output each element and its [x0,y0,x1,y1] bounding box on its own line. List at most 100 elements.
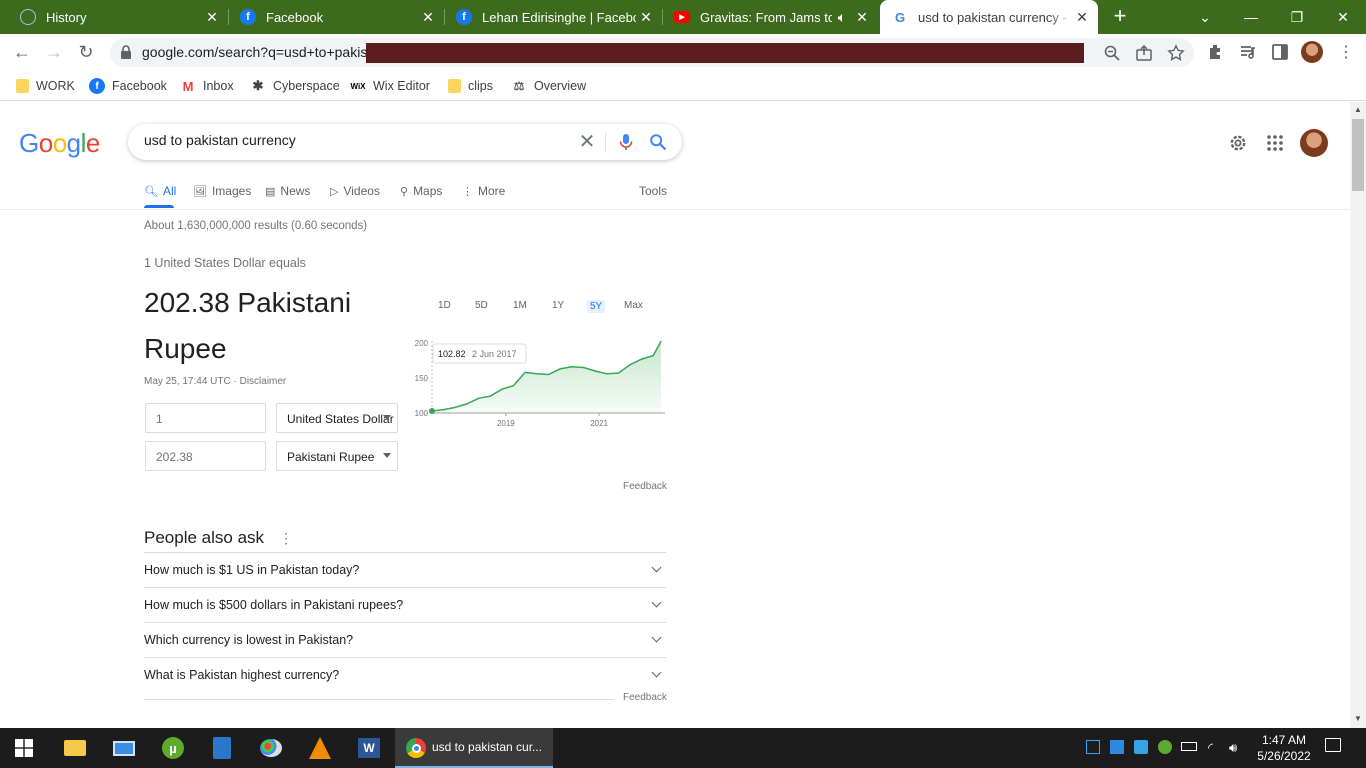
apps-grid-icon[interactable] [1265,133,1285,153]
to-currency-select[interactable]: Pakistani Rupee [276,441,398,471]
this-pc-icon[interactable] [101,728,147,768]
extensions-icon[interactable] [1206,42,1226,62]
data-point-2020-09 [582,366,585,369]
paa-question-3[interactable]: Which currency is lowest in Pakistan? [144,622,666,657]
x-tick-label-2019: 2019 [497,419,515,428]
bookmark-cyberspace[interactable]: ✱ Cyberspace [250,76,340,96]
search-box[interactable] [128,124,682,160]
bookmark-label: Cyberspace [273,79,340,93]
tray-app-icon[interactable] [1134,740,1148,754]
search-icon[interactable] [649,133,667,151]
volume-icon[interactable]: 🔊︎ [1229,740,1237,756]
tab-news[interactable]: ▤ News [265,184,310,198]
from-currency-select[interactable]: United States Dollar [276,403,398,433]
range-max[interactable]: Max [624,300,643,311]
tools-label: Tools [639,184,668,198]
bookmark-wix-editor[interactable]: WiX Wix Editor [350,76,429,96]
word-icon[interactable]: W [346,728,392,768]
tab-all[interactable]: 🔍︎ All [144,184,176,198]
bookmark-inbox[interactable]: M Inbox [180,76,234,96]
browser-tab-google-search[interactable]: G usd to pakistan currency - G ✕ [880,0,1098,34]
y-tick-label-100: 100 [415,409,429,418]
tools-button[interactable]: Tools [639,184,667,198]
utorrent-icon[interactable]: µ [150,728,196,768]
people-also-ask-title: People also ask [144,528,265,547]
range-1m[interactable]: 1M [513,300,527,311]
bookmark-star-icon[interactable] [1167,44,1185,62]
tab-search-icon[interactable]: ⌄ [1182,0,1228,34]
battery-icon[interactable] [1181,740,1197,751]
side-panel-icon[interactable] [1270,42,1290,62]
browser-tab-lehan-facebook[interactable]: f Lehan Edirisinghe | Facebook ✕ [444,0,662,34]
browser-tab-facebook[interactable]: f Facebook ✕ [228,0,444,34]
exchange-rate-chart[interactable]: 100 150 200 2019 2021 102.82 2 Jun 2017 [405,335,667,435]
start-button[interactable] [0,728,48,768]
y-tick-label-150: 150 [415,374,429,383]
data-point-2020-12 [594,370,596,372]
bookmark-overview[interactable]: ⚖ Overview [511,76,586,96]
google-account-avatar[interactable] [1300,129,1328,157]
page-scrollbar[interactable]: ▲ ▼ [1350,102,1366,728]
back-button[interactable]: ← [10,40,34,64]
paa-question-2[interactable]: How much is $500 dollars in Pakistani ru… [144,587,666,622]
tray-network-app-icon[interactable] [1110,740,1124,754]
vlc-icon[interactable] [297,728,343,768]
range-1d[interactable]: 1D [438,300,451,311]
close-icon[interactable]: ✕ [1072,9,1092,26]
tab-more[interactable]: ⋮ More [462,184,505,198]
tray-utorrent-icon[interactable] [1158,740,1172,754]
bookmark-clips[interactable]: clips [448,76,493,96]
tab-maps[interactable]: ⚲ Maps [400,184,442,198]
minimize-button[interactable]: — [1228,0,1274,34]
bookmark-facebook[interactable]: f Facebook [89,76,167,96]
paa-question-1[interactable]: How much is $1 US in Pakistan today? [144,552,666,587]
more-menu-icon[interactable]: ⋮ [1336,42,1356,62]
close-icon[interactable]: ✕ [418,9,438,26]
google-logo[interactable]: Google [19,128,100,159]
scrollbar-thumb[interactable] [1352,119,1364,191]
to-amount-input[interactable]: 202.38 [145,441,266,471]
range-5y[interactable]: 5Y [587,300,606,313]
scroll-down-icon[interactable]: ▼ [1354,714,1362,723]
clear-search-icon[interactable]: ✕ [577,124,597,160]
new-tab-button[interactable]: + [1108,4,1132,28]
url-text[interactable]: google.com/search?q=usd+to+pakis [142,44,372,60]
paa-feedback-link[interactable]: Feedback [623,692,667,703]
close-window-button[interactable]: ✕ [1320,0,1366,34]
reload-button[interactable]: ↻ [74,40,98,64]
bookmark-work[interactable]: WORK [16,76,75,96]
scroll-up-icon[interactable]: ▲ [1354,105,1362,114]
media-control-icon[interactable] [1238,42,1258,62]
settings-gear-icon[interactable] [1228,133,1248,153]
notification-center-icon[interactable] [1325,738,1341,752]
calculator-icon[interactable] [199,728,245,768]
range-1y[interactable]: 1Y [552,300,564,311]
more-options-icon[interactable]: ⋮ [279,530,293,547]
paa-question-4[interactable]: What is Pakistan highest currency? [144,657,666,692]
tab-videos[interactable]: ▷ Videos [330,184,380,198]
result-stats: About 1,630,000,000 results (0.60 second… [144,220,368,232]
tab-images[interactable]: 🖼︎ Images [193,184,251,198]
zoom-icon[interactable] [1103,44,1121,62]
paint-icon[interactable] [248,728,294,768]
profile-avatar[interactable] [1301,41,1323,63]
from-amount-input[interactable]: 1 [145,403,266,433]
converter-feedback-link[interactable]: Feedback [623,481,667,492]
share-icon[interactable] [1135,44,1153,62]
address-bar[interactable]: google.com/search?q=usd+to+pakis [110,38,1194,67]
close-icon[interactable]: ✕ [636,9,656,26]
microphone-icon[interactable] [617,133,635,151]
tray-app-icon[interactable] [1086,740,1100,754]
restore-button[interactable]: ❐ [1274,0,1320,34]
range-5d[interactable]: 5D [475,300,488,311]
close-icon[interactable]: ✕ [852,9,872,26]
wifi-icon[interactable]: ◜ [1208,740,1213,756]
browser-tab-history[interactable]: History ✕ [8,0,228,34]
browser-tab-gravitas[interactable]: ▶ Gravitas: From Jams to T 🔈︎ ✕ [662,0,878,34]
system-clock[interactable]: 1:47 AM 5/26/2022 [1252,732,1316,764]
close-icon[interactable]: ✕ [202,9,222,26]
speaker-icon[interactable]: 🔈︎ [832,9,852,26]
file-explorer-icon[interactable] [52,728,98,768]
search-input[interactable] [144,132,564,148]
forward-button[interactable]: → [42,40,66,64]
